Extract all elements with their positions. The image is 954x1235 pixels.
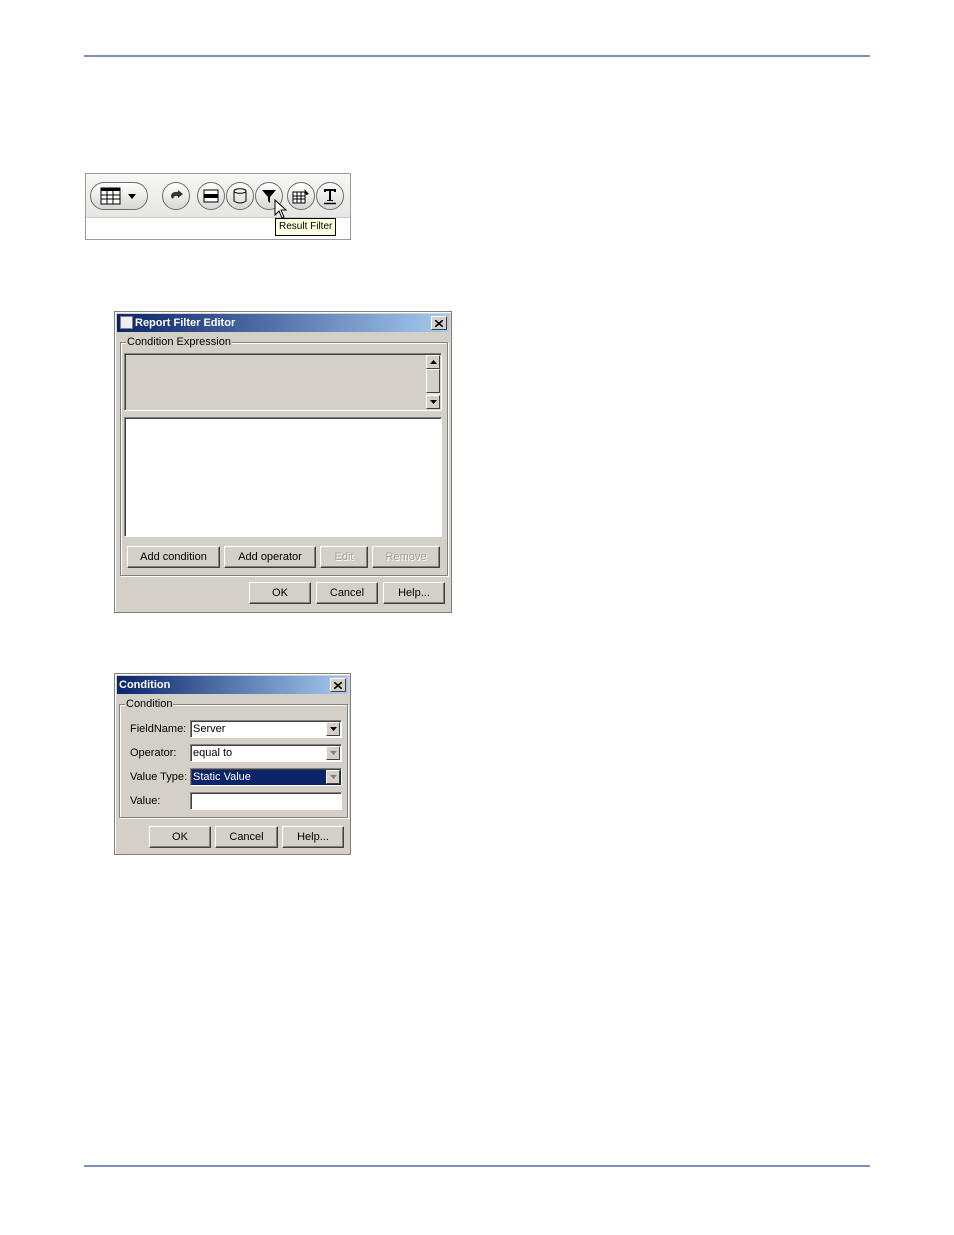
scroll-up-button[interactable] <box>426 355 440 369</box>
chevron-down-icon <box>329 751 337 755</box>
condition-tree-panel[interactable] <box>124 417 442 537</box>
dropdown-button[interactable] <box>326 770 340 784</box>
fieldname-select[interactable]: Server <box>190 720 342 738</box>
dialog-title: Condition <box>119 679 171 691</box>
operator-label: Operator: <box>130 747 177 759</box>
help-button[interactable]: Help... <box>383 582 445 604</box>
scroll-thumb[interactable] <box>426 369 440 393</box>
group-label: Condition <box>125 697 174 711</box>
toolbar <box>86 174 350 218</box>
remove-button[interactable]: Remove <box>372 546 440 568</box>
value-type-value: Static Value <box>193 771 251 783</box>
condition-dialog: Condition Condition FieldName: Server Op… <box>114 673 351 855</box>
condition-group: Condition FieldName: Server Operator: eq… <box>119 697 348 818</box>
edit-button[interactable]: Edit <box>320 546 368 568</box>
close-icon <box>334 681 342 689</box>
text-icon <box>324 189 336 205</box>
undo-button[interactable] <box>162 182 190 210</box>
arrow-up-icon <box>429 360 437 364</box>
fieldname-value: Server <box>193 723 226 735</box>
fieldname-label: FieldName: <box>130 723 187 735</box>
title-bar[interactable]: Report Filter Editor <box>117 314 449 332</box>
cancel-button[interactable]: Cancel <box>215 826 278 848</box>
table-dropdown-button[interactable] <box>90 182 148 210</box>
ok-button[interactable]: OK <box>249 582 311 604</box>
dropdown-button[interactable] <box>326 722 340 736</box>
condition-expression-group: Condition Expression Add condition Add o… <box>120 335 448 576</box>
layout-button[interactable] <box>197 182 225 210</box>
operator-select[interactable]: equal to <box>190 744 342 762</box>
group-label: Condition Expression <box>126 335 232 349</box>
add-operator-button[interactable]: Add operator <box>224 546 316 568</box>
report-filter-editor-dialog: Report Filter Editor Condition Expressio… <box>114 311 452 613</box>
close-button[interactable] <box>431 316 447 330</box>
cancel-button[interactable]: Cancel <box>316 582 378 604</box>
undo-icon <box>171 190 183 199</box>
table-icon <box>100 187 121 205</box>
app-icon <box>120 316 133 329</box>
spreadsheet-edit-icon <box>292 189 309 204</box>
operator-value: equal to <box>193 747 233 759</box>
close-button[interactable] <box>330 678 346 692</box>
expression-textarea[interactable] <box>124 353 442 411</box>
spreadsheet-edit-button[interactable] <box>287 182 315 210</box>
ok-button[interactable]: OK <box>149 826 211 848</box>
dialog-title: Report Filter Editor <box>135 317 236 329</box>
vertical-scrollbar[interactable] <box>426 355 440 409</box>
top-rule <box>84 55 870 57</box>
database-button[interactable] <box>226 182 254 210</box>
dropdown-button[interactable] <box>326 746 340 760</box>
value-label: Value: <box>130 795 161 807</box>
title-bar[interactable]: Condition <box>117 676 348 694</box>
scroll-down-button[interactable] <box>426 395 440 409</box>
value-input[interactable] <box>190 792 342 810</box>
add-condition-button[interactable]: Add condition <box>127 546 220 568</box>
help-button[interactable]: Help... <box>282 826 344 848</box>
text-button[interactable] <box>316 182 344 210</box>
database-icon <box>233 188 247 204</box>
bottom-rule <box>84 1165 870 1167</box>
chevron-down-icon <box>128 194 136 199</box>
close-icon <box>435 319 443 327</box>
layout-icon <box>203 189 219 203</box>
result-filter-tooltip: Result Filter <box>275 218 337 236</box>
toolbar-capture: Result Filter <box>85 173 351 240</box>
chevron-down-icon <box>329 775 337 779</box>
arrow-down-icon <box>429 400 437 404</box>
chevron-down-icon <box>329 727 337 731</box>
value-type-select[interactable]: Static Value <box>190 768 342 786</box>
value-type-label: Value Type: <box>130 771 188 783</box>
